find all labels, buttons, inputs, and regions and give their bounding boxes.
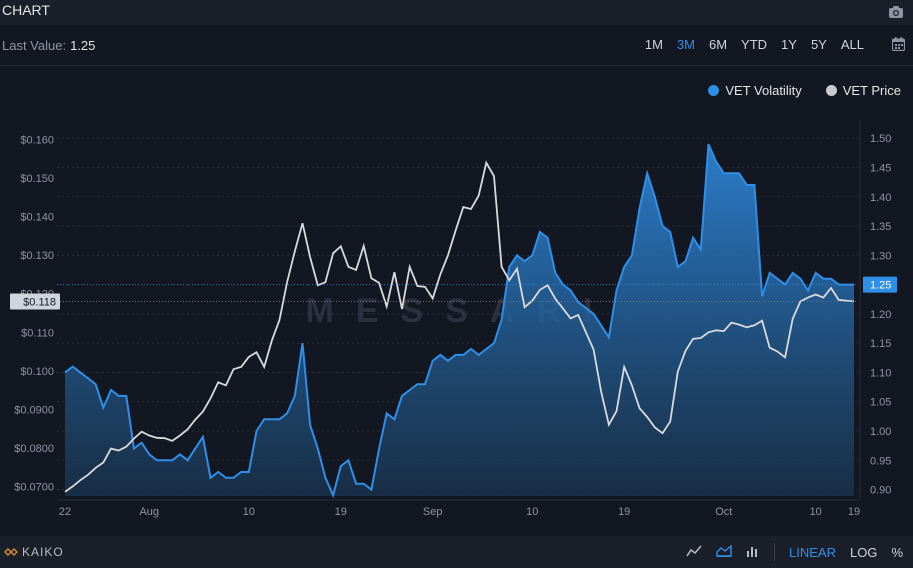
y-right-tick-label: 1.50: [870, 133, 891, 145]
chart-footer: KAIKO LINEAR LOG %: [0, 536, 913, 568]
y-right-tick-label: 1.15: [870, 338, 891, 350]
y-right-tick-label: 1.20: [870, 309, 891, 321]
bar-chart-icon[interactable]: [746, 545, 760, 560]
line-chart-icon[interactable]: [686, 545, 702, 560]
legend-item-price[interactable]: VET Price: [825, 83, 901, 98]
x-tick-label: 10: [810, 506, 822, 518]
log-scale-button[interactable]: LOG: [850, 545, 877, 560]
legend-dot-price: [825, 85, 837, 96]
y-left-tick-label: $0.140: [20, 212, 54, 224]
y-left-tick-label: $0.0900: [14, 404, 54, 416]
x-tick-label: Sep: [423, 506, 443, 518]
y-right-tick-label: 1.10: [870, 367, 891, 379]
legend-item-volatility[interactable]: VET Volatility: [708, 83, 802, 98]
y-right-tick-label: 1.45: [870, 162, 891, 174]
y-left-tick-label: $0.160: [20, 135, 54, 147]
legend-dot-volatility: [708, 85, 720, 96]
x-tick-label: Aug: [139, 506, 159, 518]
y-left-tick-label: $0.0700: [14, 481, 54, 493]
legend-label-price: VET Price: [842, 83, 901, 98]
x-tick-label: 19: [335, 506, 347, 518]
kaiko-logo: KAIKO: [4, 545, 64, 559]
legend-label-volatility: VET Volatility: [725, 83, 802, 98]
linear-scale-button[interactable]: LINEAR: [789, 545, 836, 560]
kaiko-logo-icon: [4, 548, 18, 556]
last-value-right-label: 1.25: [870, 280, 891, 292]
x-tick-label: 19: [618, 506, 630, 518]
y-right-tick-label: 0.90: [870, 485, 891, 497]
y-right-tick-label: 0.95: [870, 455, 891, 467]
y-right-tick-label: 1.05: [870, 397, 891, 409]
y-right-tick-label: 1.40: [870, 192, 891, 204]
y-right-tick-label: 1.30: [870, 250, 891, 262]
x-tick-label: 10: [243, 506, 255, 518]
y-left-tick-label: $0.0800: [14, 443, 54, 455]
x-tick-label: 10: [526, 506, 538, 518]
percent-scale-button[interactable]: %: [891, 545, 903, 560]
divider: [774, 543, 775, 561]
y-right-tick-label: 1.35: [870, 221, 891, 233]
x-tick-label: 22: [59, 506, 71, 518]
y-left-tick-label: $0.100: [20, 366, 54, 378]
crosshair-left-label: $0.118: [23, 296, 56, 308]
x-tick-label: 19: [848, 506, 860, 518]
kaiko-label: KAIKO: [22, 545, 64, 559]
y-left-tick-label: $0.150: [20, 173, 54, 185]
y-left-tick-label: $0.130: [20, 250, 54, 262]
chart-type-tools: LINEAR LOG %: [686, 543, 903, 561]
y-right-tick-label: 1.00: [870, 426, 891, 438]
y-left-tick-label: $0.110: [21, 327, 54, 339]
legend: VET Volatility VET Price: [708, 83, 901, 98]
x-tick-label: Oct: [715, 506, 732, 518]
chart-plot[interactable]: MESSARI 0.900.951.001.051.101.151.201.25…: [0, 0, 913, 536]
area-chart-icon[interactable]: [716, 544, 732, 560]
